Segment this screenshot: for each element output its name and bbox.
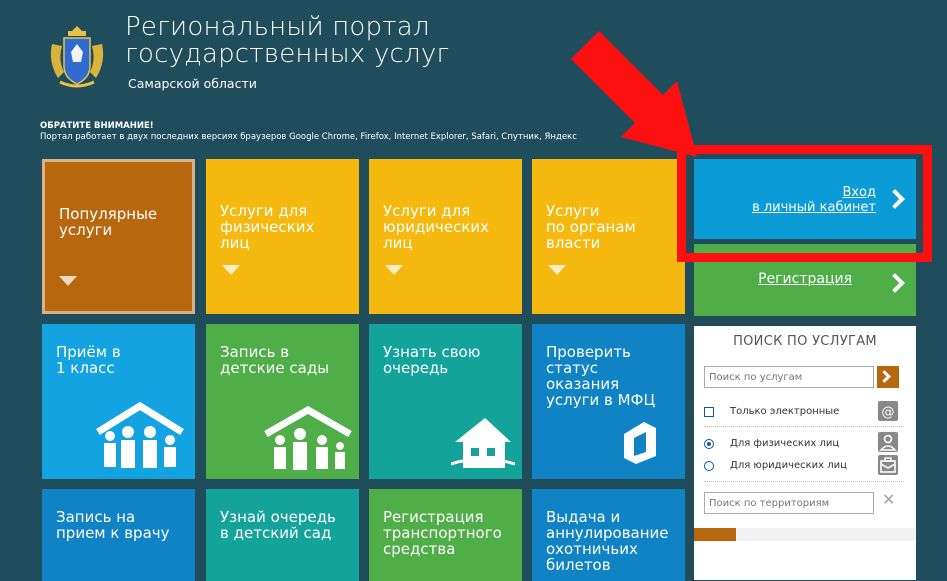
chevron-down-icon [385,265,403,275]
tile-check-queue[interactable]: Узнать свою очередь [369,324,522,479]
site-title: Региональный портал государственных услу… [125,14,449,68]
search-button[interactable] [877,366,899,388]
house-icon [451,418,515,468]
chevron-down-icon [222,265,240,275]
chevron-down-icon [59,276,77,286]
person-icon [878,432,898,452]
tile-label: Проверить статус оказания услуги в МФЦ [546,343,656,409]
progress-bar [694,528,916,541]
chevron-down-icon [548,265,566,275]
tile-services-individuals[interactable]: Услуги для физических лиц [206,159,359,314]
arrow-annotation-icon [571,31,697,157]
notice-title: ОБРАТИТЕ ВНИМАНИЕ! [40,121,154,131]
samara-coat-of-arms-icon [50,26,104,88]
search-panel: ПОИСК ПО УСЛУГАМ Только электронные @ Дл… [694,326,916,580]
progress-fill [694,528,737,541]
tile-popular-services[interactable]: Популярные услуги [42,159,195,314]
highlight-frame [677,145,932,262]
tile-label: Запись в детские сады [220,343,330,377]
divider [704,481,904,482]
family-house-icon [96,402,184,468]
tile-label: Услуги по органам власти [546,202,636,252]
radio-selected-icon [704,439,714,449]
site-title-line1: Региональный портал [125,12,430,42]
register-link[interactable]: Регистрация [758,271,852,287]
tile-label: Запись на прием к врачу [56,508,170,542]
family-house-icon [264,406,352,470]
svg-text:@: @ [882,405,895,420]
tile-first-grade[interactable]: Приём в 1 класс [42,324,195,479]
radio-icon [704,461,714,471]
mfc-logo-icon [624,422,656,464]
tile-kindergarten-queue[interactable]: Узнай очередь в детский сад [206,489,359,581]
tile-label: Узнай очередь в детский сад [220,508,336,542]
chevron-right-icon [878,370,891,383]
search-title: ПОИСК ПО УСЛУГАМ [733,334,877,349]
tile-hunting-tickets[interactable]: Выдача и аннулирование охотничьих билето… [532,489,685,581]
at-sign-icon: @ [878,401,898,421]
checkbox-icon [704,407,714,417]
individuals-label: Для физических лиц [730,438,840,449]
tile-label: Узнать свою очередь [383,343,481,377]
chevron-right-icon [885,273,905,293]
legal-entities-label: Для юридических лиц [730,460,847,471]
only-electronic-label: Только электронные [730,406,840,417]
close-icon[interactable]: ✕ [882,490,895,509]
tile-label: Выдача и аннулирование охотничьих билето… [546,508,669,574]
tile-label: Популярные услуги [59,205,158,239]
divider [704,426,904,427]
tile-mfc-status[interactable]: Проверить статус оказания услуги в МФЦ [532,324,685,479]
tile-services-authorities[interactable]: Услуги по органам власти [532,159,685,314]
site-title-line2: государственных услуг [125,39,450,69]
tile-doctor-appointment[interactable]: Запись на прием к врачу [42,489,195,581]
territory-search-input[interactable] [704,492,874,514]
briefcase-icon [878,455,898,475]
tile-kindergarten-signup[interactable]: Запись в детские сады [206,324,359,479]
search-input[interactable] [704,366,874,388]
tile-services-legal[interactable]: Услуги для юридических лиц [369,159,522,314]
tile-label: Приём в 1 класс [56,343,121,377]
tile-label: Услуги для юридических лиц [383,202,490,252]
tile-label: Регистрация транспортного средства [383,508,502,558]
tile-vehicle-registration[interactable]: Регистрация транспортного средства [369,489,522,581]
site-subtitle: Самарской области [128,76,257,91]
tile-label: Услуги для физических лиц [220,202,315,252]
